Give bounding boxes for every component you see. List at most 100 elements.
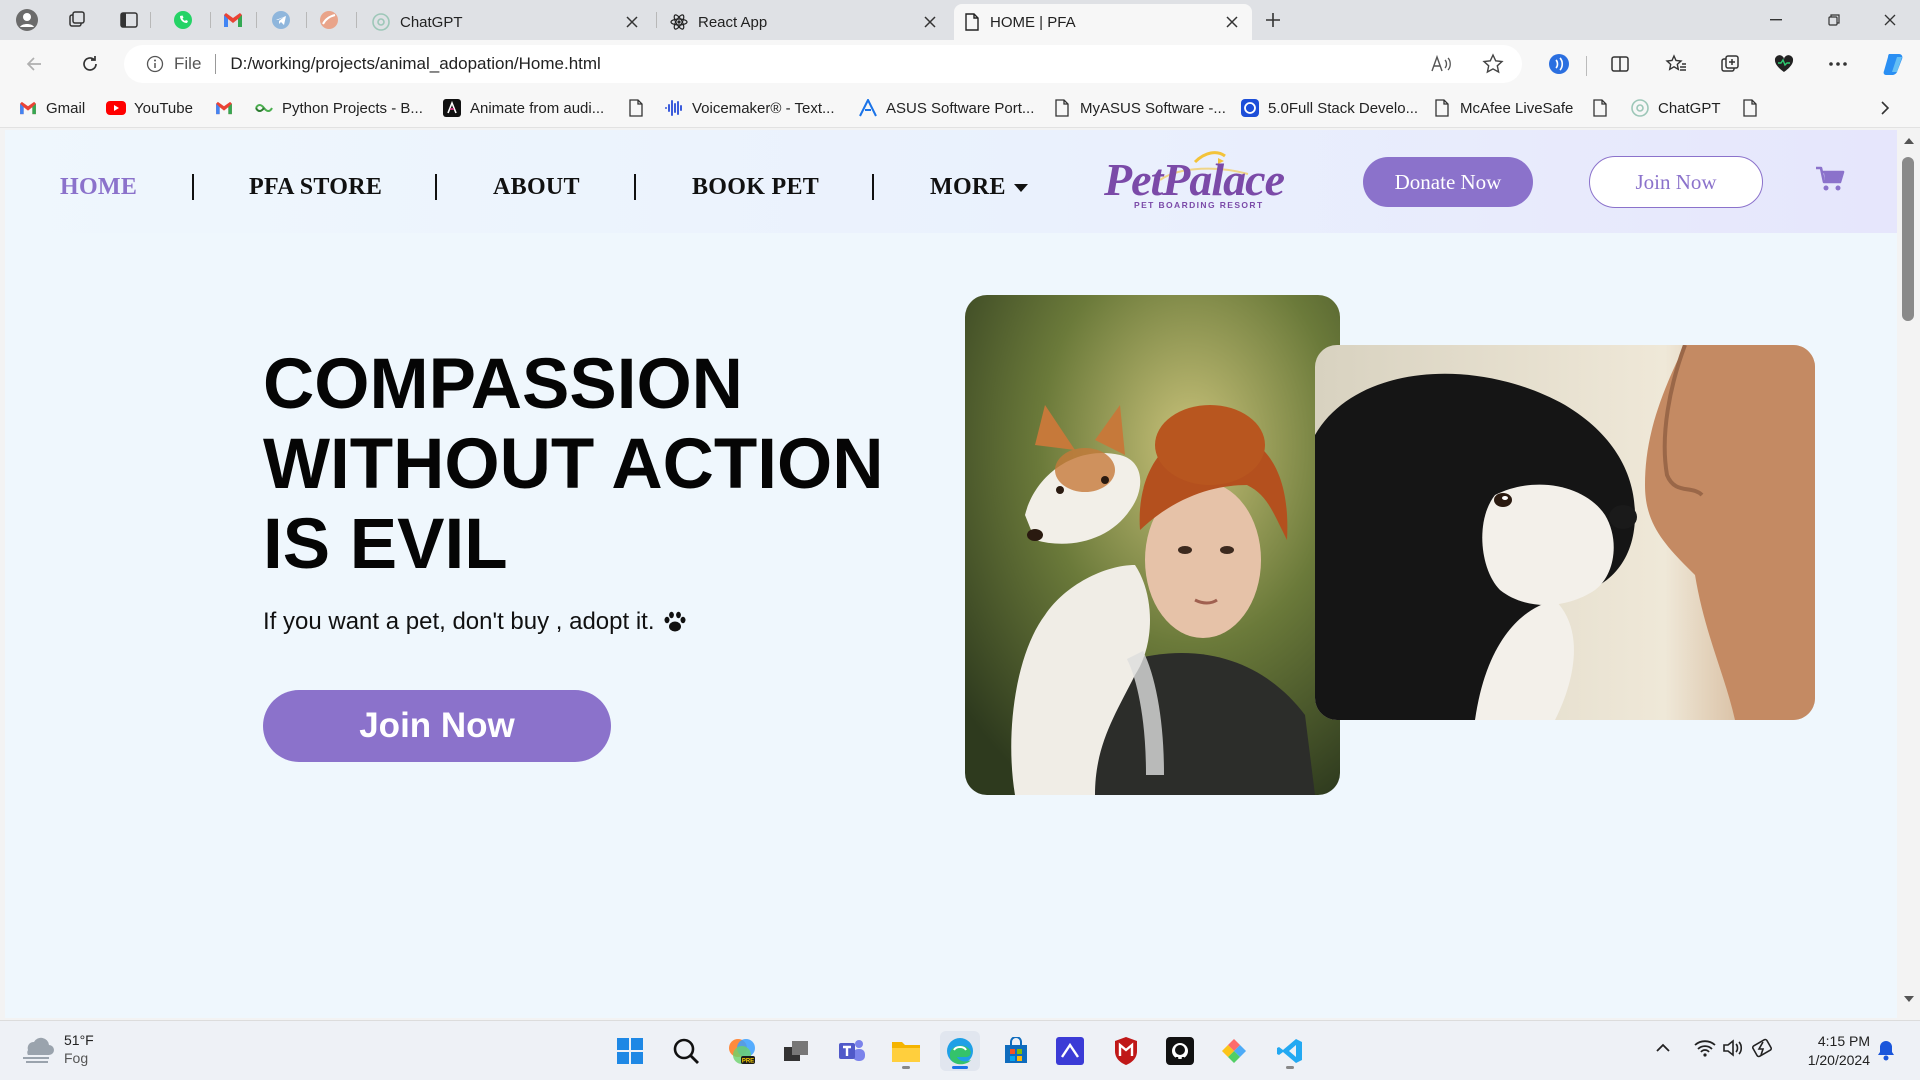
paw-icon [663,611,687,633]
split-screen-icon[interactable] [1606,50,1634,78]
bookmark-chatgpt[interactable]: ChatGPT [1630,96,1721,120]
bookmark-label: MyASUS Software -... [1080,99,1226,117]
favorites-icon[interactable] [1662,50,1690,78]
more-menu-icon[interactable] [1824,50,1852,78]
close-tab-icon[interactable] [1222,12,1242,32]
task-view-icon[interactable] [776,1031,816,1071]
hero-title-line: COMPASSION [263,345,743,424]
close-tab-icon[interactable] [920,12,940,32]
bookmark-page[interactable] [626,96,654,120]
page-icon [626,98,646,118]
voicemaker-icon [664,98,684,118]
url-text[interactable]: D:/working/projects/animal_adopation/Hom… [230,54,600,74]
fog-cloud-icon [20,1034,54,1064]
gmail-pinned-tab[interactable] [218,6,248,34]
tab-actions-icon[interactable] [114,6,144,34]
restore-button[interactable] [1806,0,1862,40]
vertical-scrollbar[interactable] [1897,130,1920,1018]
react-icon [670,13,688,31]
bookmark-label: 5.0Full Stack Develo... [1268,99,1419,117]
windows-start-icon[interactable] [610,1031,650,1071]
nav-more-label: MORE [930,174,1006,200]
vscode-icon[interactable] [1270,1031,1310,1071]
donate-now-button[interactable]: Donate Now [1363,157,1533,207]
nav-about[interactable]: ABOUT [493,174,580,201]
nav-pfa-store[interactable]: PFA STORE [249,174,382,201]
wifi-icon[interactable] [1694,1039,1716,1057]
copilot-icon[interactable]: PRE [722,1031,762,1071]
mcafee-icon[interactable] [1106,1031,1146,1071]
show-hidden-icons-chevron-icon[interactable] [1656,1043,1670,1053]
file-explorer-icon[interactable] [886,1031,926,1071]
bookmark-gmail[interactable]: Gmail [18,96,85,120]
bookmark-page-2[interactable] [1590,96,1618,120]
nav-book-pet[interactable]: BOOK PET [692,174,819,201]
vscode-insiders-icon[interactable] [1050,1031,1090,1071]
tab-title: React App [698,13,768,31]
scroll-up-arrow-icon[interactable] [1904,138,1914,144]
back-icon[interactable] [20,50,48,78]
github-icon[interactable] [1160,1031,1200,1071]
bookmark-asus-software[interactable]: ASUS Software Port... [858,96,1034,120]
bookmarks-overflow-chevron-icon[interactable] [1880,96,1890,120]
profile-icon[interactable] [12,6,42,34]
microsoft-store-icon[interactable] [996,1031,1036,1071]
bookmark-myasus[interactable]: MyASUS Software -... [1052,96,1226,120]
scrollbar-thumb[interactable] [1902,157,1914,321]
weather-condition: Fog [64,1050,89,1066]
info-icon[interactable] [146,55,164,73]
new-tab-button[interactable] [1258,6,1288,34]
asus-icon [858,98,878,118]
search-icon[interactable] [666,1031,706,1071]
git-icon[interactable] [1214,1031,1254,1071]
scheme-label: File [174,54,202,73]
bookmark-gmail-2[interactable] [214,96,242,120]
whatsapp-pinned-tab[interactable] [168,6,198,34]
nav-more[interactable]: MORE [930,174,1028,201]
logo-tagline: PET BOARDING RESORT [1134,200,1264,210]
tab-chatgpt[interactable]: ChatGPT [362,4,652,40]
nav-join-now-button[interactable]: Join Now [1589,156,1763,208]
bookmark-page-3[interactable] [1740,96,1768,120]
tab-react-app[interactable]: React App [660,4,950,40]
address-bar[interactable]: File D:/working/projects/animal_adopatio… [124,45,1522,83]
bookmark-python-projects[interactable]: Python Projects - B... [254,96,423,120]
scroll-down-arrow-icon[interactable] [1904,996,1914,1002]
weather-widget[interactable]: 51°F Fog [20,1031,94,1067]
bookmark-youtube[interactable]: YouTube [106,96,193,120]
bookmark-label: Gmail [46,99,86,117]
petpalace-logo[interactable]: PetPalace PET BOARDING RESORT [1100,150,1290,218]
volume-icon[interactable] [1722,1039,1744,1057]
workspaces-icon[interactable] [62,6,92,34]
battery-charging-icon[interactable] [1752,1038,1776,1058]
browser-essentials-icon[interactable] [1770,50,1798,78]
favorite-star-icon[interactable] [1482,53,1504,75]
shopping-cart-icon[interactable] [1815,166,1845,192]
notification-bell-icon[interactable] [1876,1039,1896,1061]
bookmark-animate[interactable]: Animate from audi... [442,96,604,120]
gmail-icon [18,98,38,118]
telegram-pinned-tab[interactable] [266,6,296,34]
close-window-button[interactable] [1862,0,1918,40]
edge-icon[interactable] [940,1031,980,1071]
svg-text:PRE: PRE [742,1059,754,1065]
teams-icon[interactable] [832,1031,872,1071]
tab-home-pfa[interactable]: HOME | PFA [954,4,1252,40]
collections-icon[interactable] [1716,50,1744,78]
extension-icon[interactable] [1545,50,1573,78]
man-with-puppy-photo [1315,345,1815,720]
pinned-site-tab[interactable] [314,6,344,34]
bookmark-mcafee[interactable]: McAfee LiveSafe [1432,96,1573,120]
system-clock[interactable]: 4:15 PM 1/20/2024 [1790,1032,1870,1070]
close-tab-icon[interactable] [622,12,642,32]
hero-join-now-button[interactable]: Join Now [263,690,611,762]
bookmark-voicemaker[interactable]: Voicemaker® - Text... [664,96,835,120]
nav-home[interactable]: HOME [60,174,137,201]
page-icon [1052,98,1072,118]
refresh-icon[interactable] [76,50,104,78]
tab-title: HOME | PFA [990,13,1076,31]
read-aloud-icon[interactable] [1430,54,1452,74]
copilot-icon[interactable] [1880,50,1908,78]
bookmark-full-stack[interactable]: 5.0Full Stack Develo... [1240,96,1418,120]
minimize-button[interactable] [1748,0,1804,40]
